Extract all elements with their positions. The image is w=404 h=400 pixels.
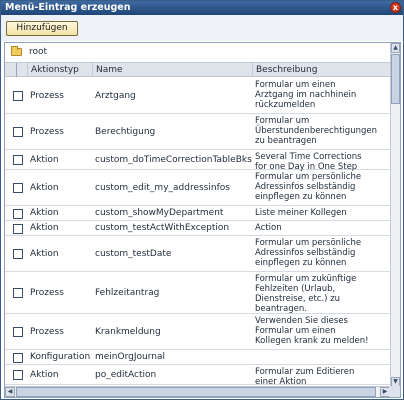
cell-description: Liste meiner Kollegen: [255, 208, 347, 218]
row-checkbox[interactable]: [13, 127, 23, 137]
cell-type: Prozess: [30, 90, 64, 101]
window-title: Menü-Eintrag erzeugen: [5, 2, 131, 13]
cell-description: Formular um zukünftige Fehlzeiten (Urlau…: [255, 274, 357, 314]
row-checkbox[interactable]: [13, 91, 23, 101]
cell-description: Verwenden Sie dieses Formular um einen K…: [255, 316, 369, 346]
row-checkbox[interactable]: [13, 288, 23, 298]
table-row[interactable]: Aktion custom_testDate Formular um persönl…: [5, 236, 390, 272]
table-row[interactable]: Aktion custom_showMyDepartment Liste meine…: [5, 206, 390, 221]
column-header-description[interactable]: Beschreibung: [252, 63, 390, 77]
folder-icon: [11, 46, 22, 56]
table-row[interactable]: Aktion po_editAction Formular zum Editiere…: [5, 365, 390, 387]
horizontal-scrollbar[interactable]: ◀ ▶: [5, 386, 390, 397]
row-checkbox[interactable]: [13, 155, 23, 165]
cell-name: custom_testActWithException: [95, 223, 230, 233]
table-row[interactable]: Prozess Krankmeldung Verwenden Sie dieses …: [5, 314, 390, 350]
cell-type: Konfiguration: [30, 352, 91, 362]
title-bar[interactable]: Menü-Eintrag erzeugen x: [1, 1, 403, 15]
cell-name: Krankmeldung: [95, 326, 161, 337]
cell-description: Action: [255, 223, 282, 233]
vertical-scrollbar[interactable]: ▲ ▼: [390, 43, 400, 387]
toolbar: Hinzufügen: [1, 15, 403, 41]
cell-type: Prozess: [30, 326, 64, 337]
scroll-left-icon[interactable]: ◀: [5, 387, 15, 397]
action-list-panel: root Aktionstyp Name Beschreibung Prozes…: [4, 42, 401, 398]
cell-description: Formular um Überstundenberechtigungen zu…: [255, 116, 377, 146]
cell-type: Aktion: [30, 223, 59, 233]
cell-type: Prozess: [30, 287, 64, 298]
table-row[interactable]: Aktion custom_edit_my_addressinfos Formula…: [5, 170, 390, 206]
add-button[interactable]: Hinzufügen: [6, 21, 78, 36]
scroll-corner: [389, 386, 400, 397]
tree-root[interactable]: root: [5, 43, 390, 61]
cell-name: po_editAction: [95, 369, 157, 380]
cell-name: custom_testDate: [95, 248, 172, 259]
row-checkbox[interactable]: [13, 249, 23, 259]
row-checkbox[interactable]: [13, 183, 23, 193]
close-icon[interactable]: x: [390, 2, 401, 13]
row-checkbox[interactable]: [13, 209, 23, 219]
cell-name: custom_showMyDepartment: [95, 208, 224, 218]
cell-name: custom_edit_my_addressinfos: [95, 182, 230, 193]
table-row[interactable]: Konfiguration meinOrgJournal: [5, 350, 390, 365]
cell-description: Formular um persönliche Adressinfos selb…: [255, 172, 362, 202]
table-row[interactable]: Prozess Berechtigung Formular um Überstund…: [5, 114, 390, 150]
cell-description: [252, 350, 390, 364]
scroll-up-icon[interactable]: ▲: [391, 43, 400, 53]
table-row[interactable]: Prozess Fehlzeitantrag Formular um zukünft…: [5, 272, 390, 314]
table-row[interactable]: Aktion custom_doTimeCorrectionTableBks Sev…: [5, 150, 390, 172]
cell-type: Prozess: [30, 126, 64, 137]
row-checkbox[interactable]: [13, 370, 23, 380]
cell-description: Formular um persönliche Adressinfos selb…: [255, 238, 362, 268]
cell-description: Several Time Corrections for one Day in …: [255, 152, 362, 172]
row-checkbox[interactable]: [13, 353, 23, 363]
cell-type: Aktion: [30, 248, 59, 259]
cell-type: Aktion: [30, 369, 59, 380]
row-checkbox[interactable]: [13, 327, 23, 337]
cell-description: Formular zum Editieren einer Aktion: [255, 367, 355, 387]
table-row[interactable]: Prozess Arztgang Formular um einen Arztgan…: [5, 78, 390, 114]
horizontal-scroll-thumb[interactable]: [16, 387, 376, 397]
cell-name: custom_doTimeCorrectionTableBks: [95, 154, 252, 165]
cell-name: meinOrgJournal: [95, 352, 165, 362]
table-header: Aktionstyp Name Beschreibung: [5, 62, 390, 77]
tree-connector: [16, 63, 17, 77]
cell-description: Formular um einen Arztgang im nachhinein…: [255, 80, 357, 110]
row-checkbox[interactable]: [13, 224, 23, 234]
dialog-window: Menü-Eintrag erzeugen x Hinzufügen root …: [0, 0, 404, 400]
table-row[interactable]: Aktion custom_testActWithException Action: [5, 221, 390, 236]
cell-name: Arztgang: [95, 90, 136, 101]
column-header-name[interactable]: Name: [92, 63, 252, 77]
cell-name: Fehlzeitantrag: [95, 287, 160, 298]
cell-type: Aktion: [30, 182, 59, 193]
column-header-type[interactable]: Aktionstyp: [27, 63, 92, 77]
cell-type: Aktion: [30, 208, 59, 218]
cell-name: Berechtigung: [95, 126, 156, 137]
vertical-scroll-thumb[interactable]: [391, 54, 400, 104]
root-label: root: [29, 47, 48, 57]
cell-type: Aktion: [30, 154, 59, 165]
